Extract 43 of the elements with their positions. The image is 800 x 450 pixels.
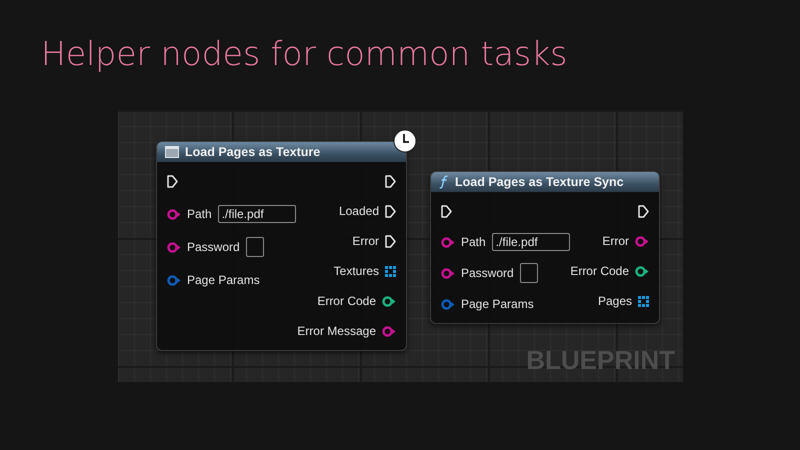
pin-label: Password xyxy=(187,240,240,254)
pin-label: Path xyxy=(187,207,212,221)
data-pin-icon[interactable] xyxy=(167,242,181,252)
pin-label: Error xyxy=(602,234,629,248)
node-title: Load Pages as Texture xyxy=(185,145,320,159)
window-icon xyxy=(165,146,179,158)
data-pin-icon[interactable] xyxy=(635,266,649,276)
function-icon xyxy=(439,175,449,189)
node-panel[interactable]: Load Pages as Texture Sync Path ./file.pdf Password Page Params Error Error Code Pages xyxy=(430,171,660,324)
data-pin-icon[interactable] xyxy=(441,298,455,310)
data-pin-icon[interactable] xyxy=(635,236,649,246)
pin-label: Error Code xyxy=(317,294,376,308)
pin-label: Error xyxy=(352,234,379,248)
data-pin-icon[interactable] xyxy=(441,236,455,248)
data-pin-icon[interactable] xyxy=(441,268,455,278)
pin-label: Error Message xyxy=(297,324,376,338)
pin-label: Path xyxy=(461,235,486,249)
input-field[interactable] xyxy=(520,263,538,283)
pin-label: Error Code xyxy=(570,264,629,278)
data-pin-icon[interactable] xyxy=(167,208,181,220)
exec-pin-icon[interactable] xyxy=(385,204,396,218)
node-title: Load Pages as Texture Sync xyxy=(455,175,624,189)
exec-pin-icon[interactable] xyxy=(385,174,396,188)
pin-label: Page Params xyxy=(461,297,534,311)
pin-label: Password xyxy=(461,266,514,280)
exec-pin-icon[interactable] xyxy=(638,204,649,218)
input-field[interactable] xyxy=(246,237,264,257)
data-pin-icon[interactable] xyxy=(382,296,396,306)
input-field[interactable]: ./file.pdf xyxy=(218,205,296,223)
slide-title: Helper nodes for common tasks xyxy=(41,34,568,73)
pin-label: Loaded xyxy=(338,204,379,218)
data-pin-icon[interactable] xyxy=(167,274,181,286)
exec-pin-icon[interactable] xyxy=(167,174,178,188)
pin-label: Textures xyxy=(334,264,379,278)
exec-pin-icon[interactable] xyxy=(441,204,452,218)
exec-pin-icon[interactable] xyxy=(385,234,396,248)
array-pin-icon[interactable] xyxy=(638,296,649,306)
node-panel[interactable]: Load Pages as Texture Path ./file.pdf Password Page Params Loaded Error Textures Error Code Error Message xyxy=(156,141,407,351)
input-field[interactable]: ./file.pdf xyxy=(492,233,570,251)
data-pin-icon[interactable] xyxy=(382,326,396,336)
pin-label: Page Params xyxy=(187,273,260,287)
pin-label: Pages xyxy=(598,294,632,308)
array-pin-icon[interactable] xyxy=(385,266,396,276)
